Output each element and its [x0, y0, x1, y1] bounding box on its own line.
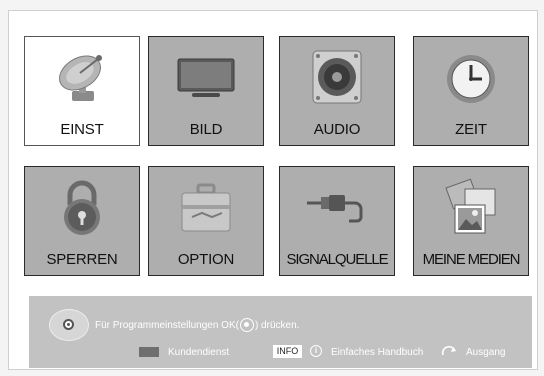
tile-zeit[interactable]: ZEIT — [413, 36, 529, 146]
key-legend: Kundendienst INFO i Einfaches Handbuch A… — [29, 345, 532, 361]
info-key[interactable]: INFO — [273, 345, 302, 358]
tile-label: SPERREN — [46, 251, 118, 268]
tile-bild[interactable]: BILD — [148, 36, 264, 146]
tile-label: ZEIT — [455, 121, 487, 138]
tile-label: BILD — [189, 121, 223, 138]
tile-option[interactable]: OPTION — [148, 166, 264, 276]
tv-monitor-icon — [149, 45, 263, 109]
tile-label: AUDIO — [313, 121, 361, 138]
tile-audio[interactable]: AUDIO — [279, 36, 395, 146]
photos-icon — [414, 175, 528, 239]
tile-label: SIGNALQUELLE — [286, 251, 388, 268]
toolbox-icon — [149, 175, 263, 239]
cable-plug-icon — [280, 175, 394, 239]
satellite-dish-icon — [25, 45, 139, 109]
navigation-ok-icon — [49, 309, 89, 341]
tile-signalquelle[interactable]: SIGNALQUELLE — [279, 166, 395, 276]
speaker-icon — [280, 45, 394, 109]
tile-sperren[interactable]: SPERREN — [24, 166, 140, 276]
help-bar: Für Programmeinstellungen OK( ) drücken.… — [29, 296, 532, 368]
ok-hint-text-end: ) drücken. — [254, 319, 300, 331]
tile-label: EINST — [60, 121, 104, 138]
tile-meine-medien[interactable]: MEINE MEDIEN — [413, 166, 529, 276]
padlock-icon — [25, 175, 139, 239]
customer-service-label[interactable]: Kundendienst — [168, 347, 229, 358]
ok-hint-text-start: Für Programmeinstellungen OK( — [95, 319, 239, 331]
tile-label: OPTION — [177, 251, 235, 268]
return-arrow-icon — [440, 344, 460, 361]
ok-hint: Für Programmeinstellungen OK( ) drücken. — [95, 318, 299, 332]
ok-button-icon — [239, 318, 254, 332]
handbook-label[interactable]: Einfaches Handbuch — [331, 347, 423, 358]
exit-label[interactable]: Ausgang — [466, 347, 505, 358]
tile-einst[interactable]: EINST — [24, 36, 140, 146]
clock-icon — [414, 45, 528, 109]
info-icon: i — [310, 345, 322, 357]
tile-label: MEINE MEDIEN — [422, 251, 521, 268]
grey-key-icon — [139, 347, 159, 357]
